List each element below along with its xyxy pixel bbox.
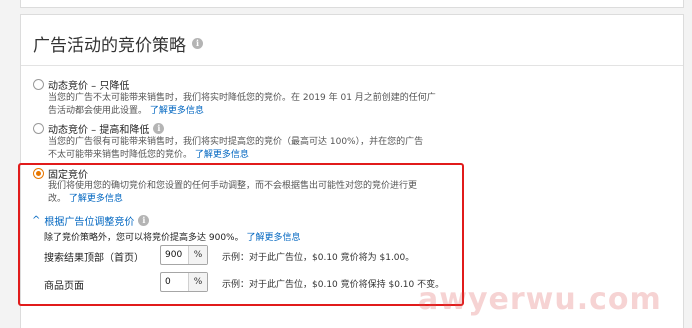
chevron-up-icon: ^: [32, 215, 41, 226]
option-desc-fixed-bid: 我们将使用您的确切竞价和您设置的任何手动调整，而不会根据售出可能性对您的竞价进行…: [48, 180, 458, 206]
option-label-dynamic-up-down[interactable]: 动态竞价 – 提高和降低 i: [48, 121, 165, 136]
product-pages-input[interactable]: 0 %: [160, 272, 208, 292]
percent-unit: %: [188, 246, 207, 264]
info-icon[interactable]: i: [138, 215, 150, 226]
section-title: 广告活动的竞价策略 i: [33, 31, 203, 56]
radio-dynamic-down[interactable]: [33, 79, 44, 90]
learn-more-link[interactable]: 了解更多信息: [150, 106, 204, 116]
desc-line: 告活动都会使用此设置。: [48, 106, 148, 116]
watermark: awyerwu.com: [418, 282, 662, 317]
radio-fixed-bid[interactable]: [33, 168, 44, 179]
desc-line: 改。: [48, 194, 67, 204]
divider: [21, 65, 683, 66]
option-label-text: 动态竞价 – 只降低: [48, 81, 130, 92]
desc-line: 当您的广告很有可能带来销售时，我们将实时提高您的竞价（最高可达 100%），并在…: [48, 137, 424, 147]
learn-more-link[interactable]: 了解更多信息: [69, 194, 123, 204]
learn-more-link[interactable]: 了解更多信息: [246, 233, 300, 243]
placement-intro: 除了竞价策略外，您可以将竞价提高多达 900%。 了解更多信息: [44, 230, 300, 243]
input-value[interactable]: 900: [161, 246, 188, 264]
radio-dynamic-up-down[interactable]: [33, 123, 44, 134]
section-title-text: 广告活动的竞价策略: [33, 36, 186, 56]
previous-panel-edge: [20, 0, 684, 8]
placement-intro-text: 除了竞价策略外，您可以将竞价提高多达 900%。: [44, 233, 244, 243]
option-desc-dynamic-down: 当您的广告不太可能带来销售时，我们将实时降低您的竞价。在 2019 年 01 月…: [48, 92, 458, 118]
example-product-pages: 示例：对于此广告位，$0.10 竞价将保持 $0.10 不变。: [222, 280, 445, 290]
learn-more-link[interactable]: 了解更多信息: [195, 150, 249, 160]
top-of-search-input[interactable]: 900 %: [160, 245, 208, 265]
info-icon[interactable]: i: [153, 123, 165, 134]
desc-line: 不太可能带来销售时降低您的竞价。: [48, 150, 193, 160]
percent-unit: %: [188, 273, 207, 291]
option-desc-dynamic-up-down: 当您的广告很有可能带来销售时，我们将实时提高您的竞价（最高可达 100%），并在…: [48, 136, 458, 162]
desc-line: 当您的广告不太可能带来销售时，我们将实时降低您的竞价。在 2019 年 01 月…: [48, 93, 436, 103]
placement-toggle[interactable]: ^ 根据广告位调整竞价 i: [32, 213, 150, 228]
example-top-of-search: 示例：对于此广告位，$0.10 竞价将为 $1.00。: [222, 253, 415, 263]
option-label-fixed-bid[interactable]: 固定竞价: [48, 166, 88, 181]
option-label-dynamic-down[interactable]: 动态竞价 – 只降低: [48, 77, 129, 92]
info-icon[interactable]: i: [192, 38, 203, 49]
option-label-text: 固定竞价: [48, 170, 88, 181]
input-value[interactable]: 0: [161, 273, 188, 291]
placement-label-top-of-search: 搜索结果顶部（首页）: [44, 253, 144, 264]
desc-line: 我们将使用您的确切竞价和您设置的任何手动调整，而不会根据售出可能性对您的竞价进行…: [48, 181, 418, 191]
placement-toggle-label: 根据广告位调整竞价: [44, 217, 135, 228]
option-label-text: 动态竞价 – 提高和降低: [48, 125, 150, 136]
placement-label-product-pages: 商品页面: [44, 281, 84, 292]
